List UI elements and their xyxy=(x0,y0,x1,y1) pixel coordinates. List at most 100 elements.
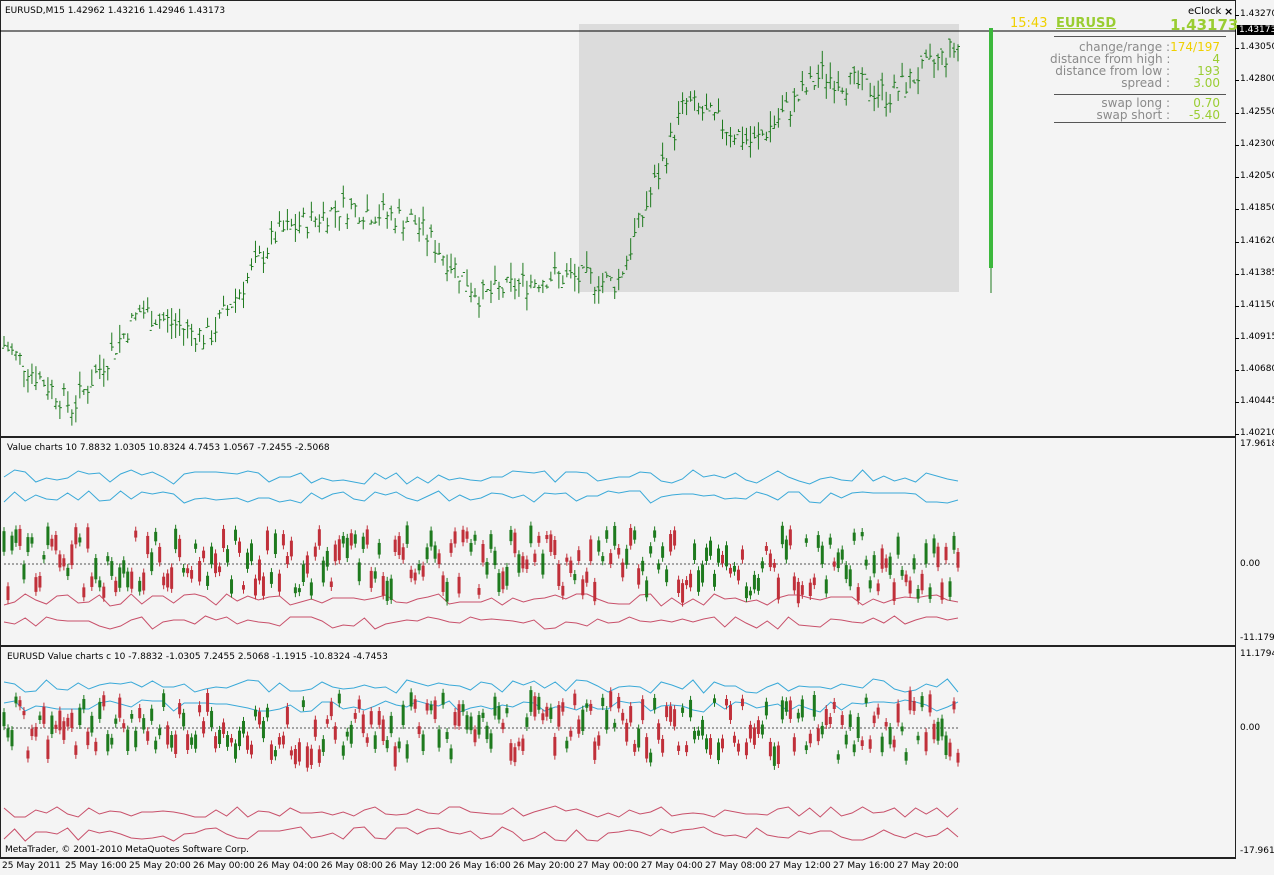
indicator2-header: EURUSD Value charts c 10 -7.8832 -1.0305… xyxy=(7,652,388,662)
ind1-candle-body xyxy=(345,537,349,559)
ind1-candle-body xyxy=(549,534,553,552)
time-axis-label: 27 May 08:00 xyxy=(705,861,767,871)
ind1-candle-body xyxy=(609,553,613,565)
price-tick: 1.40915 xyxy=(1240,332,1274,342)
ind2-candle-body xyxy=(760,724,764,735)
ind2-candle-body xyxy=(261,720,265,739)
ind2-candle-body xyxy=(110,737,114,745)
time-axis-label: 26 May 16:00 xyxy=(449,861,511,871)
ind2-candle-body xyxy=(880,736,884,753)
ind2-candle-body xyxy=(353,713,357,719)
ind1-candle-body xyxy=(106,556,110,562)
ind2-candle-body xyxy=(796,712,800,719)
eclock-row-key: swap short : xyxy=(1096,108,1170,122)
ind1-candle-body xyxy=(509,529,513,542)
ind2-candle-body xyxy=(545,706,549,717)
ind2-candle-body xyxy=(154,740,158,750)
ind2-candle-body xyxy=(720,738,724,749)
ind1-candle-body xyxy=(932,538,936,554)
ind1-candle-body xyxy=(565,557,569,562)
ind2-candle-body xyxy=(385,740,389,749)
ind1-candle-body xyxy=(649,546,653,554)
ind1-candle-body xyxy=(896,536,900,555)
ind1-candle-body xyxy=(178,538,182,558)
ind2-candle-body xyxy=(210,710,214,728)
ind1-candle-body xyxy=(677,579,681,593)
ind2-candle-body xyxy=(457,704,461,726)
ind1-candle-body xyxy=(70,544,74,566)
ind2-candle-body xyxy=(417,726,421,735)
ind1-candle-body xyxy=(928,587,932,599)
ind2-candle-body xyxy=(98,701,102,719)
ind1-candle-body xyxy=(852,532,856,541)
price-tickmark xyxy=(1235,177,1239,178)
price-tickmark xyxy=(1235,434,1239,435)
ind2-candle-body xyxy=(732,735,736,743)
ind2-candle-body xyxy=(429,704,433,711)
ind1-candle-body xyxy=(533,553,537,562)
ind1-candle-body xyxy=(90,576,94,587)
ind2-candle-body xyxy=(565,740,569,749)
ind1-candle-body xyxy=(118,567,122,588)
ind1-candle-body xyxy=(373,571,377,579)
ind1-candle-body xyxy=(808,582,812,596)
ind1-candle-body xyxy=(796,581,800,604)
ind2-candle-body xyxy=(230,737,234,743)
ind1-upper-band-inner xyxy=(3,490,959,504)
ind2-candle-body xyxy=(864,697,868,704)
time-axis-label: 25 May 2011 xyxy=(2,861,61,871)
price-tickmark xyxy=(1235,113,1239,114)
ind2-candle-body xyxy=(693,730,697,740)
ind2-candle-body xyxy=(521,738,525,751)
ind2-candle-body xyxy=(916,735,920,741)
ind2-candle-body xyxy=(146,731,150,741)
ind2-candle-body xyxy=(249,744,253,755)
ind2-candle-body xyxy=(685,745,689,753)
price-tick: 1.41850 xyxy=(1240,203,1274,213)
ind1-candle-body xyxy=(22,564,26,580)
ind2-candle-body xyxy=(126,729,130,751)
ind1-candle-body xyxy=(30,537,34,544)
ind2-candle-body xyxy=(601,697,605,707)
ind1-candle-body xyxy=(110,561,114,576)
ind1-candle-body xyxy=(249,543,253,562)
ind1-candle-body xyxy=(38,575,42,588)
ind2-candle-body xyxy=(593,741,597,760)
ind1-candle-body xyxy=(433,545,437,559)
ind2-candle-body xyxy=(58,710,62,731)
ind1-candle-body xyxy=(553,540,557,556)
ind2-candle-body xyxy=(541,713,545,721)
ind1-candle-body xyxy=(54,534,58,551)
ind2-candle-body xyxy=(397,741,401,749)
ind1-candle-body xyxy=(305,555,309,574)
ind2-candle-body xyxy=(341,745,345,756)
price-tickmark xyxy=(1235,80,1239,81)
ind2-candle-body xyxy=(609,691,613,708)
ind2-candle-body xyxy=(226,735,230,747)
ind2-candle-body xyxy=(174,734,178,754)
ind1-candle-body xyxy=(681,583,685,603)
time-axis-label: 26 May 20:00 xyxy=(513,861,575,871)
ind2-candle-body xyxy=(820,725,824,735)
ind2-candle-body xyxy=(42,706,46,724)
price-tickmark xyxy=(1235,145,1239,146)
ind1-candle-body xyxy=(10,535,14,551)
ind1-candle-body xyxy=(82,587,86,598)
ind1-candle-body xyxy=(641,560,645,572)
ind1-candle-body xyxy=(956,552,960,568)
ind1-candle-body xyxy=(908,580,912,594)
time-axis-label: 26 May 00:00 xyxy=(193,861,255,871)
ind2-candle-body xyxy=(932,723,936,740)
ind1-candle-body xyxy=(748,590,752,596)
ind2-candle-body xyxy=(629,706,633,723)
ind2-candle-body xyxy=(473,729,477,743)
ind2-candle-body xyxy=(569,730,573,737)
ind1-candle-body xyxy=(697,570,701,592)
ind1-candle-body xyxy=(241,585,245,590)
price-tickmark xyxy=(1235,338,1239,339)
ind2-candle-body xyxy=(900,726,904,732)
ind2-candle-body xyxy=(697,730,701,736)
price-tick: 1.43050 xyxy=(1240,42,1274,52)
ind1-candle-body xyxy=(912,558,916,570)
ind1-candle-body xyxy=(888,556,892,575)
